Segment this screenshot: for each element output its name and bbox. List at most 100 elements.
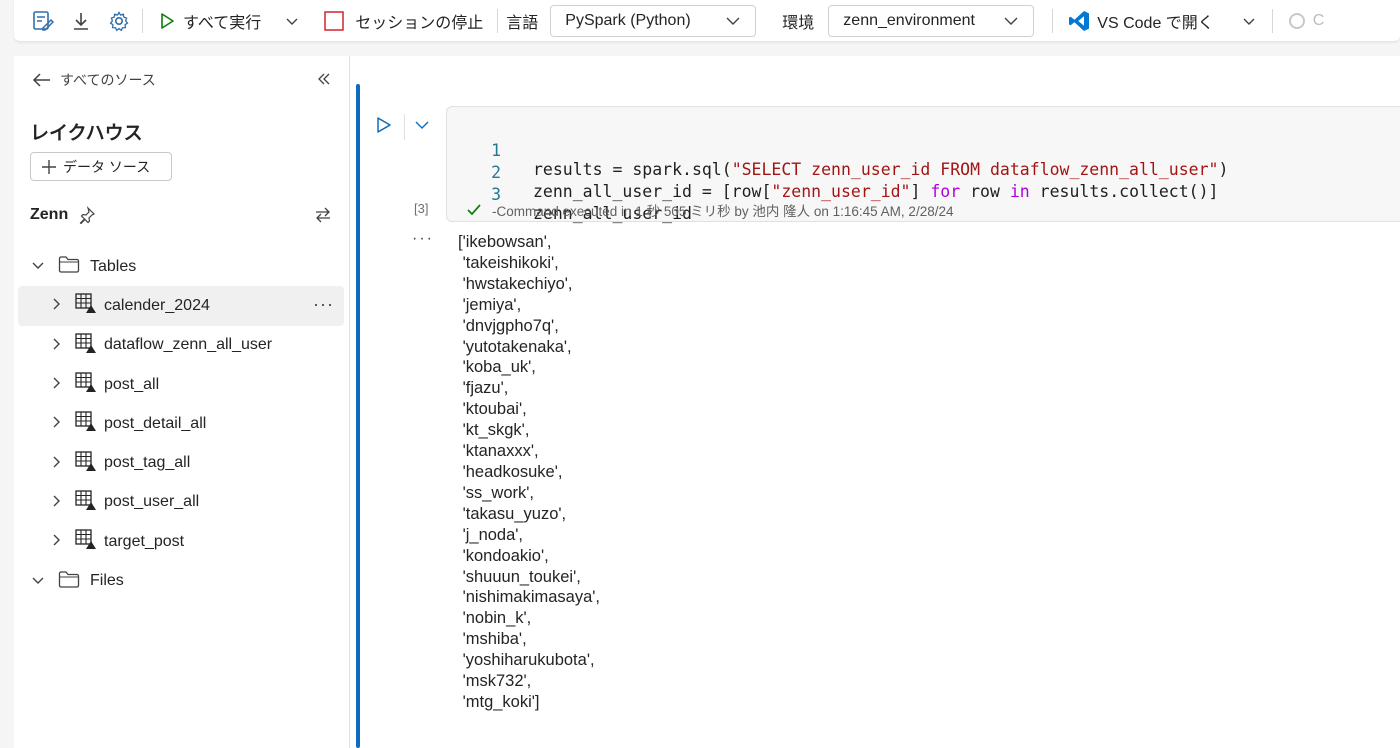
active-cell-indicator — [356, 84, 360, 748]
table-icon — [74, 528, 96, 555]
code-text: ) — [1218, 160, 1229, 179]
output-line: 'ktoubai', — [458, 400, 527, 419]
stop-session-button[interactable]: セッションの停止 — [317, 6, 489, 36]
language-label: 言語 — [506, 14, 539, 32]
add-data-source-button[interactable]: データ ソース — [30, 152, 172, 181]
chevron-down-icon[interactable] — [28, 573, 48, 590]
table-icon — [74, 371, 96, 398]
open-vscode-button[interactable]: VS Code で開く — [1061, 6, 1220, 36]
tables-folder[interactable]: Tables — [18, 247, 344, 286]
table-icon — [74, 410, 96, 437]
execution-status-text: -Command executed in 1 秒 505 ミリ秒 by 池内 隆… — [492, 204, 954, 219]
table-item[interactable]: target_post — [18, 522, 344, 561]
copilot-button[interactable]: C — [1281, 6, 1331, 36]
environment-dropdown[interactable]: zenn_environment — [828, 4, 1035, 37]
run-all-label: すべて実行 — [183, 14, 262, 32]
copilot-label: C — [1312, 11, 1325, 29]
code-text: results.collect()] — [1029, 182, 1219, 201]
collapse-panel-icon[interactable] — [317, 70, 331, 91]
files-folder[interactable]: Files — [18, 561, 344, 600]
run-all-chevron-down-icon[interactable] — [277, 6, 307, 36]
table-name: target_post — [104, 532, 185, 550]
code-text: ] — [910, 182, 931, 201]
output-line: ['ikebowsan', — [458, 233, 552, 251]
chevron-right-icon[interactable] — [46, 297, 66, 314]
output-line: 'dnvjgpho7q', — [458, 316, 559, 335]
chevron-down-icon — [726, 17, 740, 25]
explorer-panel: すべてのソース レイクハウス データ ソース Zenn Tables calen… — [14, 56, 350, 748]
vscode-chevron-down-icon[interactable] — [1234, 6, 1264, 36]
code-keyword: in — [1009, 182, 1030, 201]
run-cell-play-icon[interactable] — [376, 116, 392, 139]
chevron-right-icon[interactable] — [46, 533, 66, 550]
chevron-right-icon[interactable] — [46, 494, 66, 511]
output-line: 'ktanaxxx', — [458, 442, 539, 461]
folder-icon — [58, 570, 80, 593]
code-string: "SELECT zenn_user_id FROM dataflow_zenn_… — [731, 160, 1219, 179]
chevron-right-icon[interactable] — [46, 455, 66, 472]
output-line: 'headkosuke', — [458, 462, 563, 481]
table-item[interactable]: calender_2024 ··· — [18, 286, 344, 326]
output-line: 'mtg_koki'] — [458, 692, 540, 711]
output-line: 'kt_skgk', — [458, 421, 530, 440]
code-text: zenn_all_user_id = [row[ — [533, 182, 772, 201]
code-line: 1 results = spark.sql("SELECT zenn_user_… — [447, 122, 1228, 179]
table-name: post_tag_all — [104, 454, 191, 472]
back-label: すべてのソース — [60, 72, 156, 88]
run-options-chevron-down-icon[interactable] — [414, 118, 430, 135]
settings-gear-icon[interactable] — [104, 6, 134, 36]
table-name: post_user_all — [104, 493, 200, 511]
table-item[interactable]: dataflow_zenn_all_user — [18, 326, 344, 365]
table-item[interactable]: post_all — [18, 365, 344, 404]
code-text: results = spark.sql( — [533, 160, 732, 179]
output-line: 'nobin_k', — [458, 609, 532, 628]
chevron-down-icon[interactable] — [28, 258, 48, 275]
vscode-icon — [1069, 10, 1090, 31]
chevron-right-icon[interactable] — [46, 376, 66, 393]
pin-icon[interactable] — [78, 206, 96, 224]
chevron-right-icon[interactable] — [46, 415, 66, 432]
cell-action-divider — [404, 114, 405, 140]
table-icon — [74, 332, 96, 359]
run-all-button[interactable]: すべて実行 — [151, 6, 267, 36]
toolbar-divider — [1052, 8, 1054, 33]
switch-lakehouse-icon[interactable] — [314, 206, 332, 224]
tables-folder-label: Tables — [90, 257, 137, 275]
table-item[interactable]: post_detail_all — [18, 404, 344, 443]
code-text: row — [960, 182, 1010, 201]
table-item[interactable]: post_tag_all — [18, 443, 344, 482]
output-more-icon[interactable]: ··· — [412, 230, 434, 248]
environment-label: 環境 — [782, 14, 815, 32]
lakehouse-row: Zenn — [30, 206, 332, 224]
output-line: 'jemiya', — [458, 295, 522, 314]
table-icon — [74, 292, 96, 319]
output-line: 'koba_uk', — [458, 358, 536, 377]
toolbar-divider — [497, 8, 499, 33]
output-line: 'takasu_yuzo', — [458, 504, 567, 523]
more-options-icon[interactable]: ··· — [313, 294, 334, 315]
output-line: 'takeishikoki', — [458, 253, 559, 272]
environment-value: zenn_environment — [843, 11, 975, 29]
table-name: post_all — [104, 375, 160, 393]
download-icon[interactable] — [66, 6, 96, 36]
lakehouse-title: レイクハウス — [30, 123, 143, 144]
lakehouse-tree: Tables calender_2024 ··· dataflow_zenn_all… — [18, 247, 344, 601]
back-to-all-sources[interactable]: すべてのソース — [32, 70, 156, 90]
output-line: 'yutotakenaka', — [458, 337, 572, 356]
play-icon — [161, 12, 174, 29]
output-line: 'nishimakimasaya', — [458, 588, 601, 607]
language-dropdown[interactable]: PySpark (Python) — [550, 4, 757, 37]
output-line: 'ss_work', — [458, 483, 534, 502]
table-name: calender_2024 — [104, 296, 210, 314]
edit-notebook-icon[interactable] — [28, 6, 58, 36]
output-line: 'yoshiharukubota', — [458, 651, 595, 670]
plus-icon — [42, 159, 56, 174]
stop-session-label: セッションの停止 — [355, 14, 484, 32]
toolbar-divider — [1271, 8, 1273, 33]
table-item[interactable]: post_user_all — [18, 483, 344, 522]
output-line: 'j_noda', — [458, 525, 524, 544]
table-icon — [74, 489, 96, 516]
output-line: 'fjazu', — [458, 379, 509, 398]
open-vscode-label: VS Code で開く — [1097, 14, 1214, 32]
chevron-right-icon[interactable] — [46, 337, 66, 354]
